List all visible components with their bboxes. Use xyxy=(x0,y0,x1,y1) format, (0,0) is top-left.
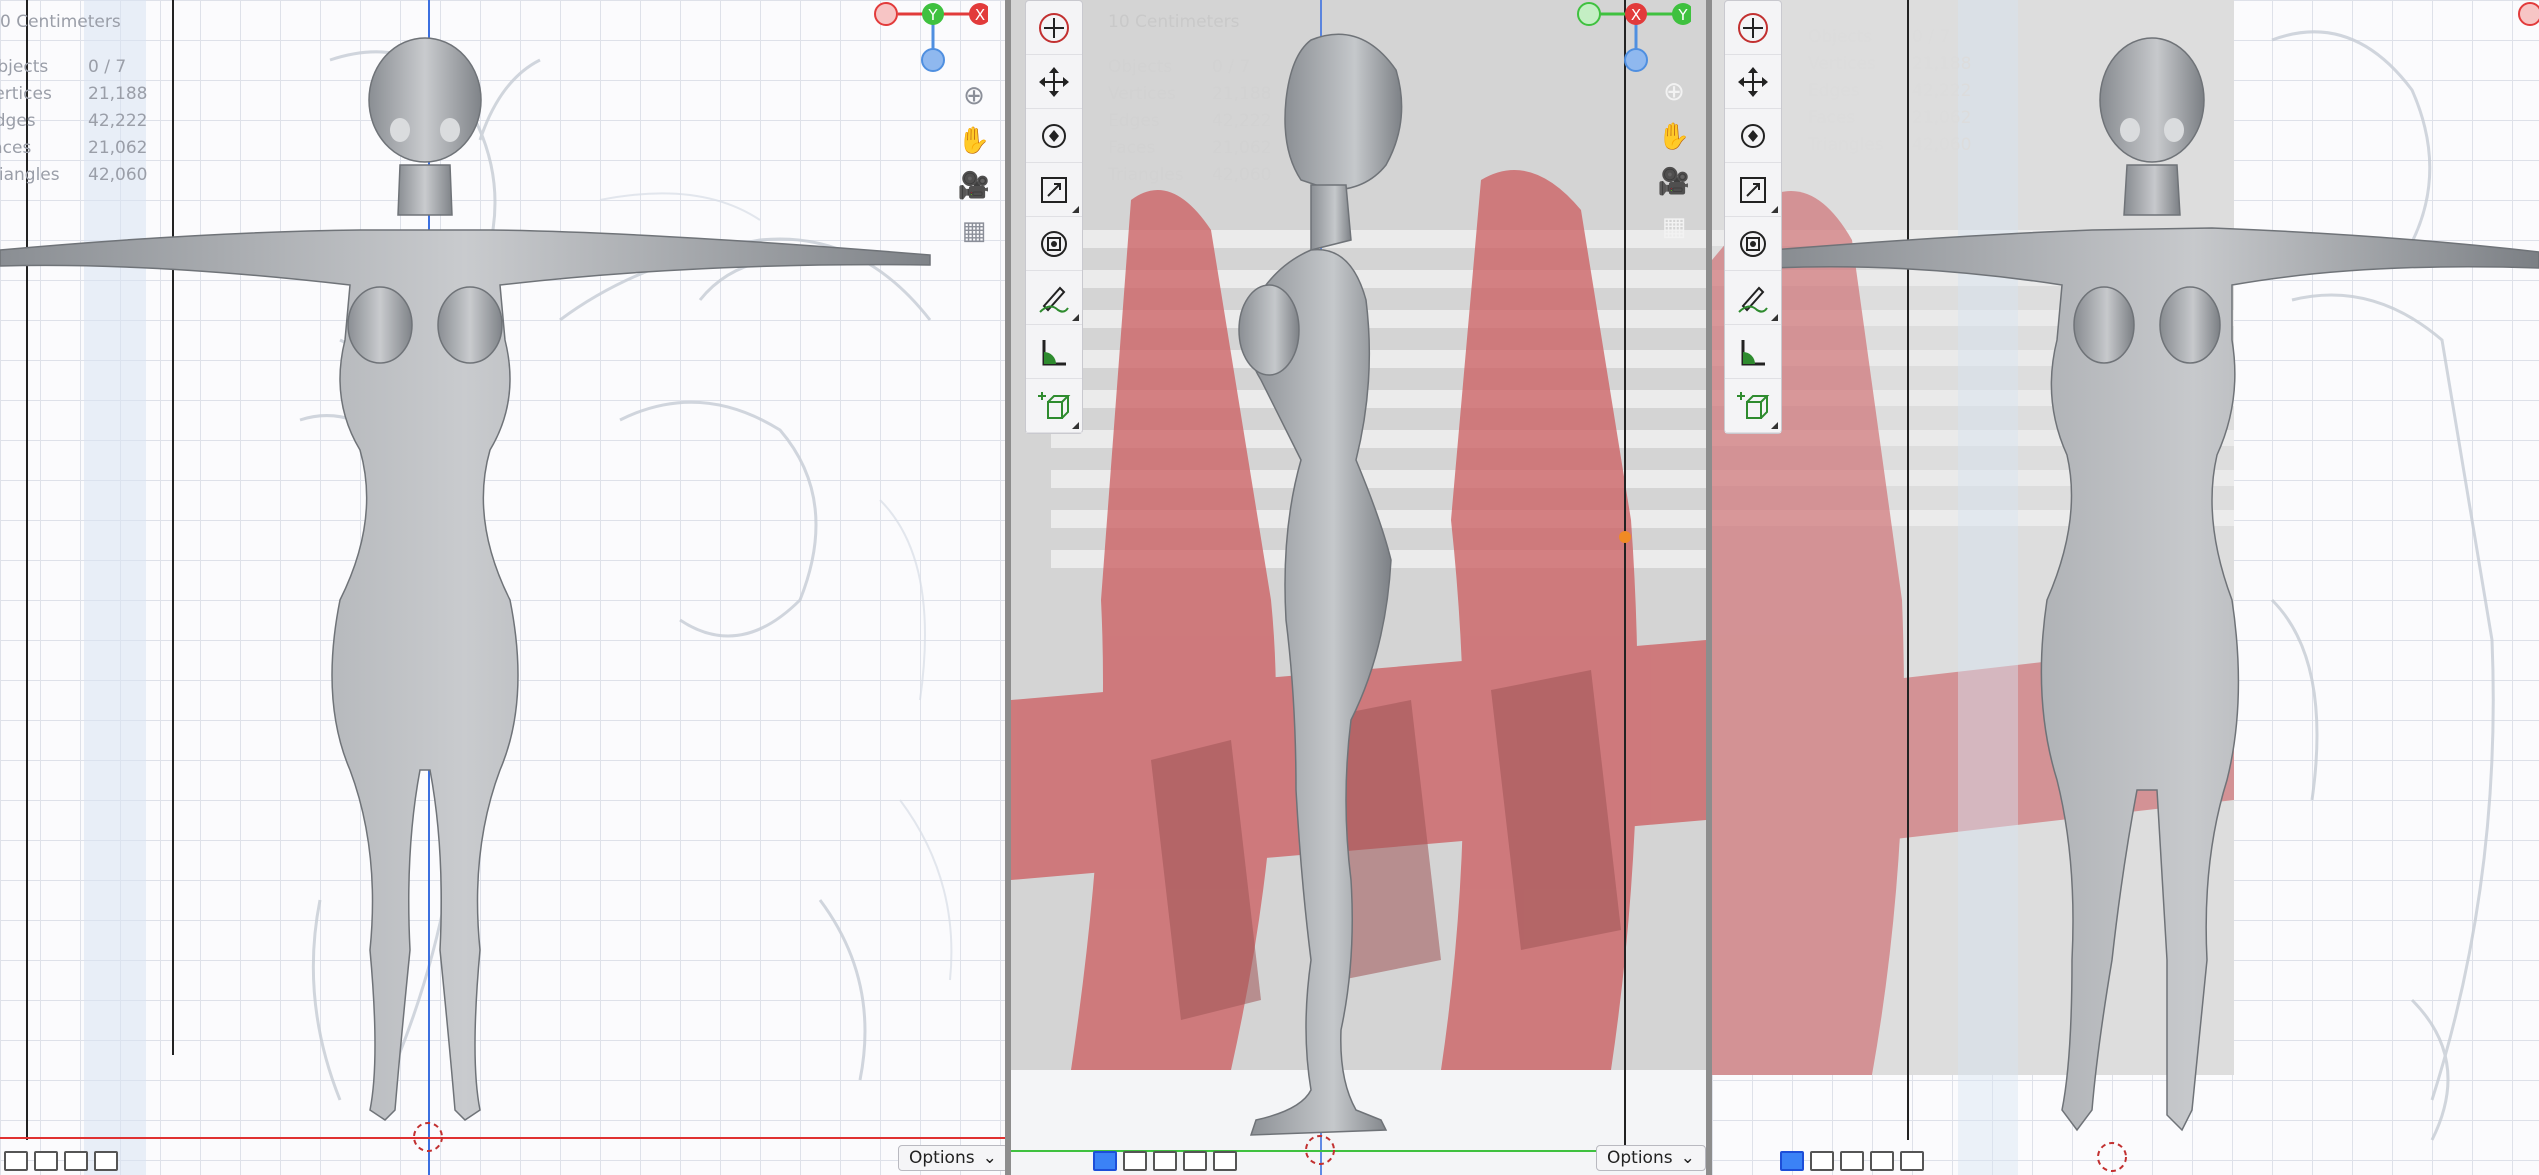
move-icon[interactable] xyxy=(1026,55,1082,109)
scene-stats: Objects0 / 7 Vertices21,188 Edges42,222 … xyxy=(1808,27,1972,155)
orbit-camera-icon[interactable]: 🎥 xyxy=(1656,164,1692,200)
view-nav-controls: ⊕ ✋ 🎥 ▦ xyxy=(1656,74,1696,254)
zoom-icon[interactable]: ⊕ xyxy=(956,78,992,114)
layout-single-button[interactable] xyxy=(1093,1151,1117,1171)
rotate-icon[interactable] xyxy=(1725,109,1781,163)
layout-triple-button[interactable] xyxy=(1153,1151,1177,1171)
options-label: Options xyxy=(909,1148,975,1168)
layout-quad-button[interactable] xyxy=(1183,1151,1207,1171)
front-viewport[interactable]: 0 Centimeters Objects0 / 7 Vertices21,18… xyxy=(0,0,1005,1175)
scale-icon[interactable] xyxy=(1026,163,1082,217)
cursor-target-icon[interactable] xyxy=(1026,1,1082,55)
tool-palette xyxy=(1724,0,1782,434)
layout-quad-button[interactable] xyxy=(1870,1151,1894,1171)
scene-stats: Objects0 / 7 Vertices21,188 Edges42,222 … xyxy=(0,57,148,185)
add-cube-icon[interactable] xyxy=(1026,379,1082,433)
layout-single-button[interactable] xyxy=(4,1151,28,1171)
grid-unit-label: 10 Centimeters xyxy=(1108,12,1240,32)
move-icon[interactable] xyxy=(1725,55,1781,109)
side-viewport[interactable]: 10 Centimeters Objects 0 / 7 Vertices 21,1… xyxy=(1011,0,1706,1175)
mesh-figure-perspective xyxy=(1771,37,2539,1172)
layout-triple-button[interactable] xyxy=(64,1151,88,1171)
mesh-figure-front xyxy=(0,37,931,1152)
rotate-icon[interactable] xyxy=(1026,109,1082,163)
grid-unit-label: 0 Centimeters xyxy=(0,12,121,32)
measure-angle-icon[interactable] xyxy=(1026,325,1082,379)
scene-stats: Objects0 / 7 Vertices21,188 Edges42,222 … xyxy=(1108,57,1272,185)
gizmo-x-label: X xyxy=(975,6,985,24)
grid-icon[interactable]: ▦ xyxy=(1656,209,1692,245)
layout-custom-button[interactable] xyxy=(1213,1151,1237,1171)
pan-hand-icon[interactable]: ✋ xyxy=(956,123,992,159)
view-nav-controls: ⊕ ✋ 🎥 ▦ xyxy=(956,78,996,258)
axis-gizmo[interactable]: Y X xyxy=(868,0,988,80)
axis-gizmo-partial[interactable] xyxy=(2512,0,2539,30)
perspective-viewport[interactable]: Objects 0 / 7 Vertices 21,188 Edges 42,222 … xyxy=(1712,0,2539,1175)
gizmo-y-label: Y xyxy=(927,6,938,24)
layout-triple-button[interactable] xyxy=(1840,1151,1864,1171)
layout-single-button[interactable] xyxy=(1780,1151,1804,1171)
add-cube-icon[interactable] xyxy=(1725,379,1781,433)
layout-split-button[interactable] xyxy=(1810,1151,1834,1171)
gizmo-x-label: X xyxy=(1631,6,1641,24)
view-layout-buttons xyxy=(4,1151,118,1171)
draw-pen-icon[interactable] xyxy=(1725,271,1781,325)
axis-gizmo[interactable]: X Y xyxy=(1571,0,1691,80)
options-label: Options xyxy=(1607,1148,1673,1168)
layout-quad-button[interactable] xyxy=(94,1151,118,1171)
pan-hand-icon[interactable]: ✋ xyxy=(1656,119,1692,155)
transform-icon[interactable] xyxy=(1725,217,1781,271)
grid-icon[interactable]: ▦ xyxy=(956,213,992,249)
layout-split-button[interactable] xyxy=(1123,1151,1147,1171)
options-dropdown[interactable]: Options ⌄ xyxy=(898,1145,1005,1171)
chevron-down-icon: ⌄ xyxy=(982,1148,997,1168)
transform-icon[interactable] xyxy=(1026,217,1082,271)
scale-icon[interactable] xyxy=(1725,163,1781,217)
measure-angle-icon[interactable] xyxy=(1725,325,1781,379)
chevron-down-icon: ⌄ xyxy=(1680,1148,1695,1168)
cursor-target-icon[interactable] xyxy=(1725,1,1781,55)
layout-split-button[interactable] xyxy=(34,1151,58,1171)
options-dropdown[interactable]: Options ⌄ xyxy=(1596,1145,1706,1171)
view-layout-buttons xyxy=(1093,1151,1237,1171)
draw-pen-icon[interactable] xyxy=(1026,271,1082,325)
orbit-camera-icon[interactable]: 🎥 xyxy=(956,168,992,204)
view-layout-buttons xyxy=(1780,1151,1924,1171)
zoom-icon[interactable]: ⊕ xyxy=(1656,74,1692,110)
tool-palette xyxy=(1025,0,1083,434)
gizmo-y-label: Y xyxy=(1677,6,1688,24)
layout-custom-button[interactable] xyxy=(1900,1151,1924,1171)
